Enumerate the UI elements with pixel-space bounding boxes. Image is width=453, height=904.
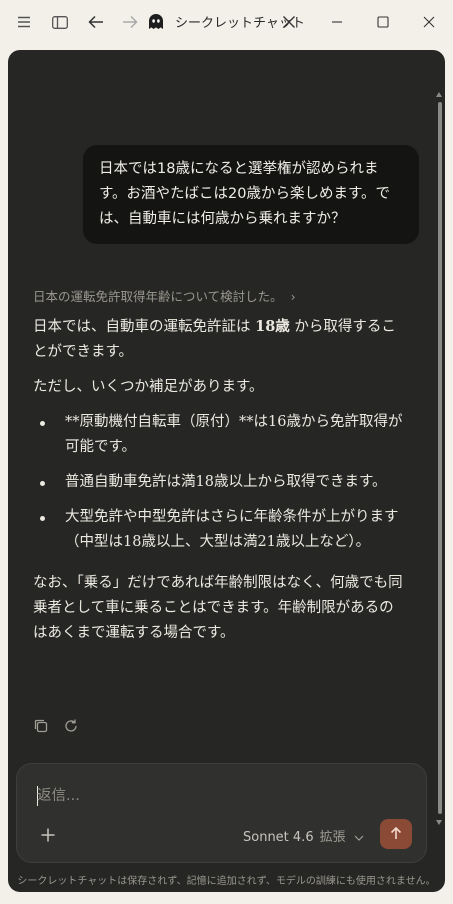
reply-input[interactable] (37, 784, 337, 808)
window-close-icon[interactable] (417, 10, 441, 34)
user-message-text: 日本では18歳になると選挙権が認められます。お酒やたばこは20歳から楽しめます。… (99, 161, 391, 227)
assistant-bold-text: 18歳 (255, 318, 290, 335)
thinking-summary-text: 日本の運転免許取得年齢について検討した。 (33, 289, 283, 304)
model-selector[interactable]: Sonnet 4.6 拡張 (243, 826, 364, 845)
model-name: Sonnet 4.6 (243, 830, 314, 845)
extended-label: 拡張 (319, 830, 346, 845)
send-button[interactable] (380, 819, 412, 849)
list-item: **原動機付自転車（原付）**は16歳から免許取得が可能です。 (33, 410, 403, 460)
assistant-text: 日本では、自動車の運転免許証は (33, 319, 256, 335)
copy-icon[interactable] (33, 718, 49, 738)
forward-arrow-icon[interactable] (118, 10, 142, 34)
assistant-paragraph: 日本では、自動車の運転免許証は 18歳 から取得することができます。 (33, 314, 403, 365)
list-item: 大型免許や中型免許はさらに年齢条件が上がります（中型は18歳以上、大型は満21歳… (33, 505, 403, 555)
plus-icon[interactable] (37, 824, 59, 846)
assistant-paragraph: なお、「乗る」だけであれば年齢制限はなく、何歳でも同乗者として車に乗ることはでき… (33, 575, 403, 641)
chevron-right-icon: › (290, 289, 296, 304)
message-actions (33, 718, 79, 738)
list-item: 普通自動車免許は満18歳以上から取得できます。 (33, 470, 403, 495)
close-icon[interactable] (277, 10, 301, 34)
composer: Sonnet 4.6 拡張 (16, 763, 427, 863)
title-bar: シークレットチャット (0, 0, 453, 44)
back-arrow-icon[interactable] (84, 10, 108, 34)
thinking-summary[interactable]: 日本の運転免許取得年齢について検討した。 › (33, 286, 296, 305)
ghost-icon (144, 10, 168, 34)
assistant-bullet-list: **原動機付自転車（原付）**は16歳から免許取得が可能です。 普通自動車免許は… (33, 410, 403, 555)
user-message: 日本では18歳になると選挙権が認められます。お酒やたばこは20歳から楽しめます。… (83, 145, 419, 244)
chevron-down-icon (354, 830, 364, 845)
assistant-paragraph: ただし、いくつか補足があります。 (33, 379, 264, 395)
maximize-icon[interactable] (371, 10, 395, 34)
assistant-message: 日本では、自動車の運転免許証は 18歳 から取得することができます。 ただし、い… (33, 314, 403, 656)
hamburger-icon[interactable] (12, 10, 36, 34)
minimize-icon[interactable] (325, 10, 349, 34)
arrow-up-icon (390, 825, 402, 844)
scroll-up-arrow[interactable] (436, 92, 442, 97)
sidebar-icon[interactable] (48, 10, 72, 34)
scrollbar-thumb[interactable] (438, 102, 442, 814)
privacy-notice: シークレットチャットは保存されず、記憶に追加されず、モデルの訓練にも使用されませ… (17, 876, 436, 887)
chat-panel: 日本では18歳になると選挙権が認められます。お酒やたばこは20歳から楽しめます。… (8, 50, 445, 892)
scroll-down-arrow[interactable] (436, 820, 442, 825)
retry-icon[interactable] (63, 718, 79, 738)
